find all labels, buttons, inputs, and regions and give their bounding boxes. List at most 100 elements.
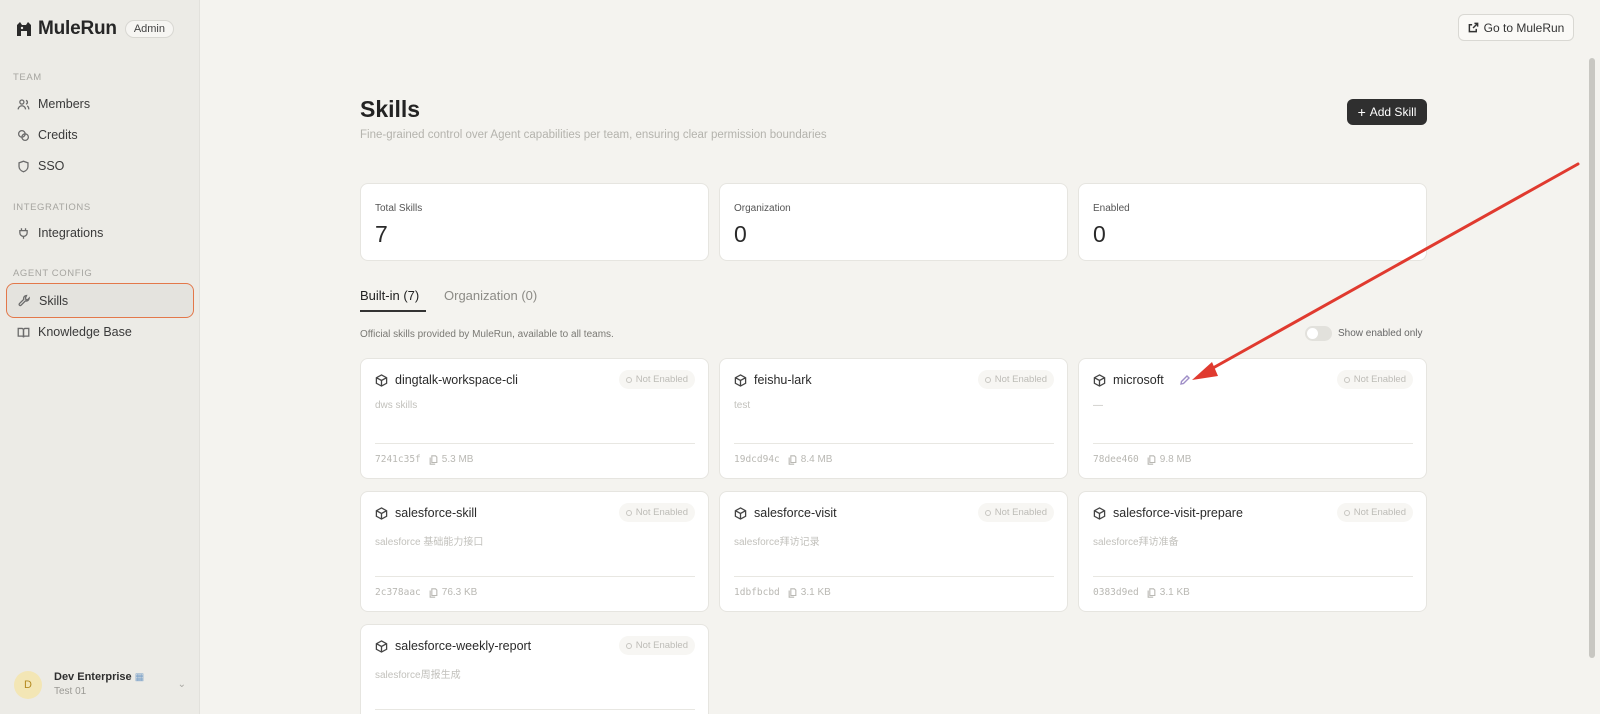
skill-size: 9.8 MB — [1159, 454, 1192, 465]
tab-builtin[interactable]: Built-in (7) — [360, 288, 419, 303]
skill-name: microsoft — [1113, 373, 1164, 387]
skill-name: salesforce-skill — [395, 506, 477, 520]
status-badge: Not Enabled — [618, 636, 695, 655]
add-skill-label: Add Skill — [1369, 105, 1417, 119]
external-link-icon — [1468, 22, 1478, 33]
file-icon — [429, 587, 438, 598]
stat-card-organization: Organization 0 — [719, 183, 1068, 261]
skill-description: salesforce拜访准备 — [1093, 537, 1179, 548]
divider — [375, 709, 695, 710]
sidebar: MuleRun Admin TEAM Members Credits SSO I… — [0, 0, 200, 714]
plus-icon: + — [1357, 104, 1366, 120]
skill-card[interactable]: salesforce-visit-prepare Not Enabled sal… — [1078, 491, 1427, 612]
sidebar-item-label: Skills — [39, 293, 69, 308]
skill-size: 8.4 MB — [800, 454, 833, 465]
stat-value: 0 — [734, 221, 747, 247]
skill-hash: 0383d9ed — [1093, 587, 1139, 598]
admin-badge: Admin — [124, 20, 174, 38]
divider — [375, 443, 695, 444]
section-team: TEAM — [13, 72, 42, 83]
section-integrations: INTEGRATIONS — [13, 202, 91, 213]
sidebar-item-credits[interactable]: Credits — [6, 119, 194, 151]
skill-card[interactable]: dingtalk-workspace-cli Not Enabled dws s… — [360, 358, 709, 479]
status-dot-icon — [1343, 509, 1350, 516]
skill-card[interactable]: salesforce-visit Not Enabled salesforce拜… — [719, 491, 1068, 612]
status-dot-icon — [984, 376, 991, 383]
sidebar-item-members[interactable]: Members — [6, 88, 194, 120]
package-icon — [1093, 507, 1106, 520]
add-skill-button[interactable]: + Add Skill — [1347, 99, 1427, 125]
sidebar-item-knowledge-base[interactable]: Knowledge Base — [6, 316, 194, 348]
skill-hash: 78dee460 — [1093, 454, 1139, 465]
package-icon — [734, 507, 747, 520]
avatar: D — [14, 670, 42, 699]
page-subtitle: Fine-grained control over Agent capabili… — [360, 129, 827, 141]
skill-name: salesforce-weekly-report — [395, 639, 532, 653]
file-icon — [788, 587, 797, 598]
divider — [375, 576, 695, 577]
skill-card[interactable]: feishu-lark Not Enabled test 19dcd94c 8.… — [719, 358, 1068, 479]
package-icon — [375, 374, 388, 387]
status-badge: Not Enabled — [618, 503, 695, 522]
mulerun-logo-icon — [17, 22, 31, 36]
stat-card-total: Total Skills 7 — [360, 183, 709, 261]
sidebar-item-skills[interactable]: Skills — [6, 283, 194, 318]
sidebar-item-label: Credits — [38, 128, 78, 142]
user-name: Dev Enterprise ▦ — [54, 671, 145, 683]
stat-label: Total Skills — [375, 203, 423, 214]
skill-hash: 19dcd94c — [734, 454, 780, 465]
skill-name: salesforce-visit — [754, 506, 837, 520]
skill-meta: 0383d9ed 3.1 KB — [1093, 587, 1190, 598]
package-icon — [734, 374, 747, 387]
status-dot-icon — [625, 642, 632, 649]
coins-icon — [17, 129, 30, 141]
skill-size: 3.1 KB — [800, 587, 831, 598]
status-badge: Not Enabled — [618, 370, 695, 389]
active-tab-indicator — [360, 310, 426, 312]
status-badge: Not Enabled — [1336, 503, 1413, 522]
package-icon — [1093, 374, 1106, 387]
divider — [734, 576, 1054, 577]
status-badge: Not Enabled — [977, 503, 1054, 522]
divider — [1093, 576, 1413, 577]
skill-size: 3.1 KB — [1159, 587, 1190, 598]
skill-size: 5.3 MB — [441, 454, 474, 465]
stat-value: 7 — [375, 221, 388, 247]
go-to-mulerun-button[interactable]: Go to MuleRun — [1458, 14, 1574, 41]
skill-card[interactable]: salesforce-skill Not Enabled salesforce … — [360, 491, 709, 612]
sidebar-item-label: Knowledge Base — [38, 325, 132, 339]
skill-hash: 1dbfbcbd — [734, 587, 780, 598]
annotation-arrow — [1192, 162, 1580, 380]
sidebar-item-sso[interactable]: SSO — [6, 150, 194, 182]
skill-name: salesforce-visit-prepare — [1113, 506, 1243, 520]
stat-label: Enabled — [1093, 203, 1130, 214]
status-dot-icon — [625, 509, 632, 516]
shield-icon — [18, 160, 29, 172]
building-icon: ▦ — [134, 672, 145, 683]
skill-meta: 1dbfbcbd 3.1 KB — [734, 587, 831, 598]
package-icon — [375, 640, 388, 653]
skill-description: salesforce拜访记录 — [734, 537, 820, 548]
skill-card[interactable]: salesforce-weekly-report Not Enabled sal… — [360, 624, 709, 714]
sidebar-item-integrations[interactable]: Integrations — [6, 217, 194, 249]
skill-description: salesforce周报生成 — [375, 670, 461, 681]
status-badge: Not Enabled — [977, 370, 1054, 389]
divider — [734, 443, 1054, 444]
user-subtitle: Test 01 — [54, 686, 87, 697]
book-open-icon — [17, 327, 30, 338]
user-switcher[interactable]: D Dev Enterprise ▦ Test 01 ⌄ — [14, 670, 186, 699]
sidebar-item-label: Integrations — [38, 226, 104, 240]
brand[interactable]: MuleRun Admin — [14, 16, 174, 42]
users-icon — [17, 98, 30, 109]
skill-description: salesforce 基础能力接口 — [375, 537, 484, 548]
skill-meta: 7241c35f 5.3 MB — [375, 454, 473, 465]
file-icon — [788, 454, 797, 465]
file-icon — [1147, 587, 1156, 598]
section-agent-config: AGENT CONFIG — [13, 268, 93, 279]
skill-name: feishu-lark — [754, 373, 812, 387]
stat-label: Organization — [734, 203, 791, 214]
file-icon — [1147, 454, 1156, 465]
plug-icon — [19, 227, 28, 239]
sidebar-item-label: Members — [38, 97, 91, 111]
tab-organization[interactable]: Organization (0) — [444, 288, 537, 303]
